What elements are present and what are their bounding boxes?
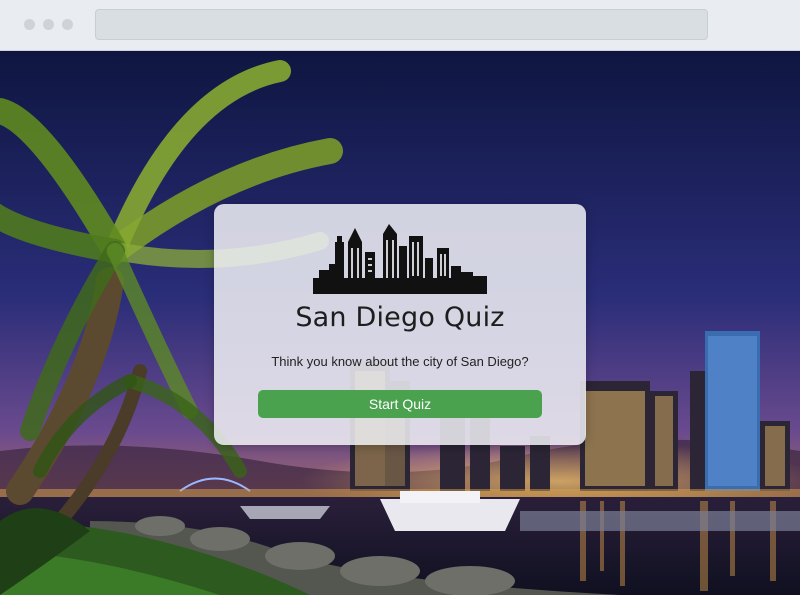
address-bar[interactable]: [95, 9, 708, 40]
window-maximize-dot[interactable]: [62, 19, 73, 30]
window-minimize-dot[interactable]: [43, 19, 54, 30]
quiz-title: San Diego Quiz: [295, 302, 505, 333]
city-skyline-icon: [313, 224, 487, 294]
browser-chrome: [0, 0, 800, 51]
quiz-intro-card: San Diego Quiz Think you know about the …: [214, 204, 586, 445]
start-quiz-button[interactable]: Start Quiz: [258, 390, 542, 418]
window-close-dot[interactable]: [24, 19, 35, 30]
quiz-subtitle: Think you know about the city of San Die…: [271, 354, 529, 369]
